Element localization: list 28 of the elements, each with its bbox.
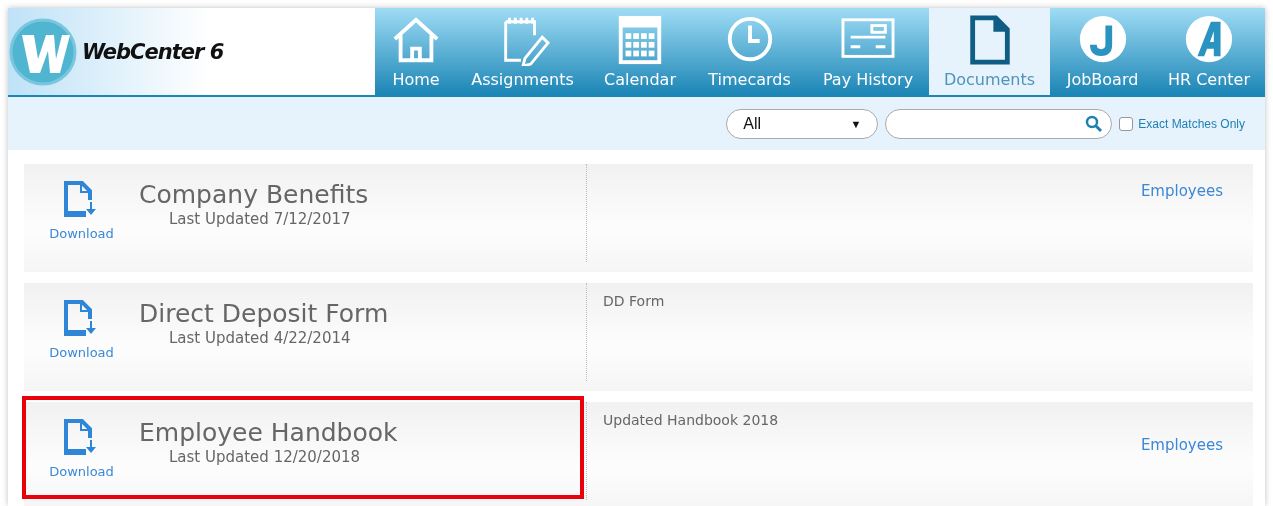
nav-tab[interactable]: Pay History (807, 8, 929, 95)
nav-tab[interactable]: Timecards (692, 8, 807, 95)
document-title: Direct Deposit Form (139, 299, 389, 329)
download-link[interactable]: Download (49, 345, 114, 360)
nav-tab[interactable]: JobBoard (1050, 8, 1155, 95)
nav-tab[interactable]: Documents (929, 8, 1050, 95)
document-title: Employee Handbook (139, 418, 398, 448)
category-dropdown[interactable]: All ▼ (726, 108, 879, 139)
exact-match-label: Exact Matches Only (1138, 116, 1245, 131)
nav-tab[interactable]: Assignments (457, 8, 588, 95)
download-link[interactable]: Download (49, 226, 114, 241)
nav-tab[interactable]: Home (375, 8, 457, 95)
search-field[interactable] (885, 108, 1113, 139)
download-link[interactable]: Download (49, 464, 114, 479)
nav-tab[interactable]: Calendar (588, 8, 692, 95)
document-title: Company Benefits (139, 180, 369, 210)
logo-icon (8, 16, 78, 87)
nav-tab[interactable]: HR Center (1155, 8, 1263, 95)
last-updated: Last Updated 12/20/2018 (169, 448, 362, 466)
audience-link[interactable]: Employees (1140, 182, 1223, 200)
last-updated: Last Updated 4/22/2014 (169, 329, 352, 347)
last-updated: Last Updated 7/12/2017 (169, 210, 352, 228)
exact-match-checkbox[interactable] (1119, 116, 1134, 131)
document-description: Updated Handbook 2018 (603, 412, 779, 428)
audience-link[interactable]: Employees (1140, 436, 1223, 454)
document-description: DD Form (603, 293, 665, 309)
search-icon[interactable] (1085, 114, 1104, 133)
logo-text: WebCenter 6 (82, 39, 224, 64)
